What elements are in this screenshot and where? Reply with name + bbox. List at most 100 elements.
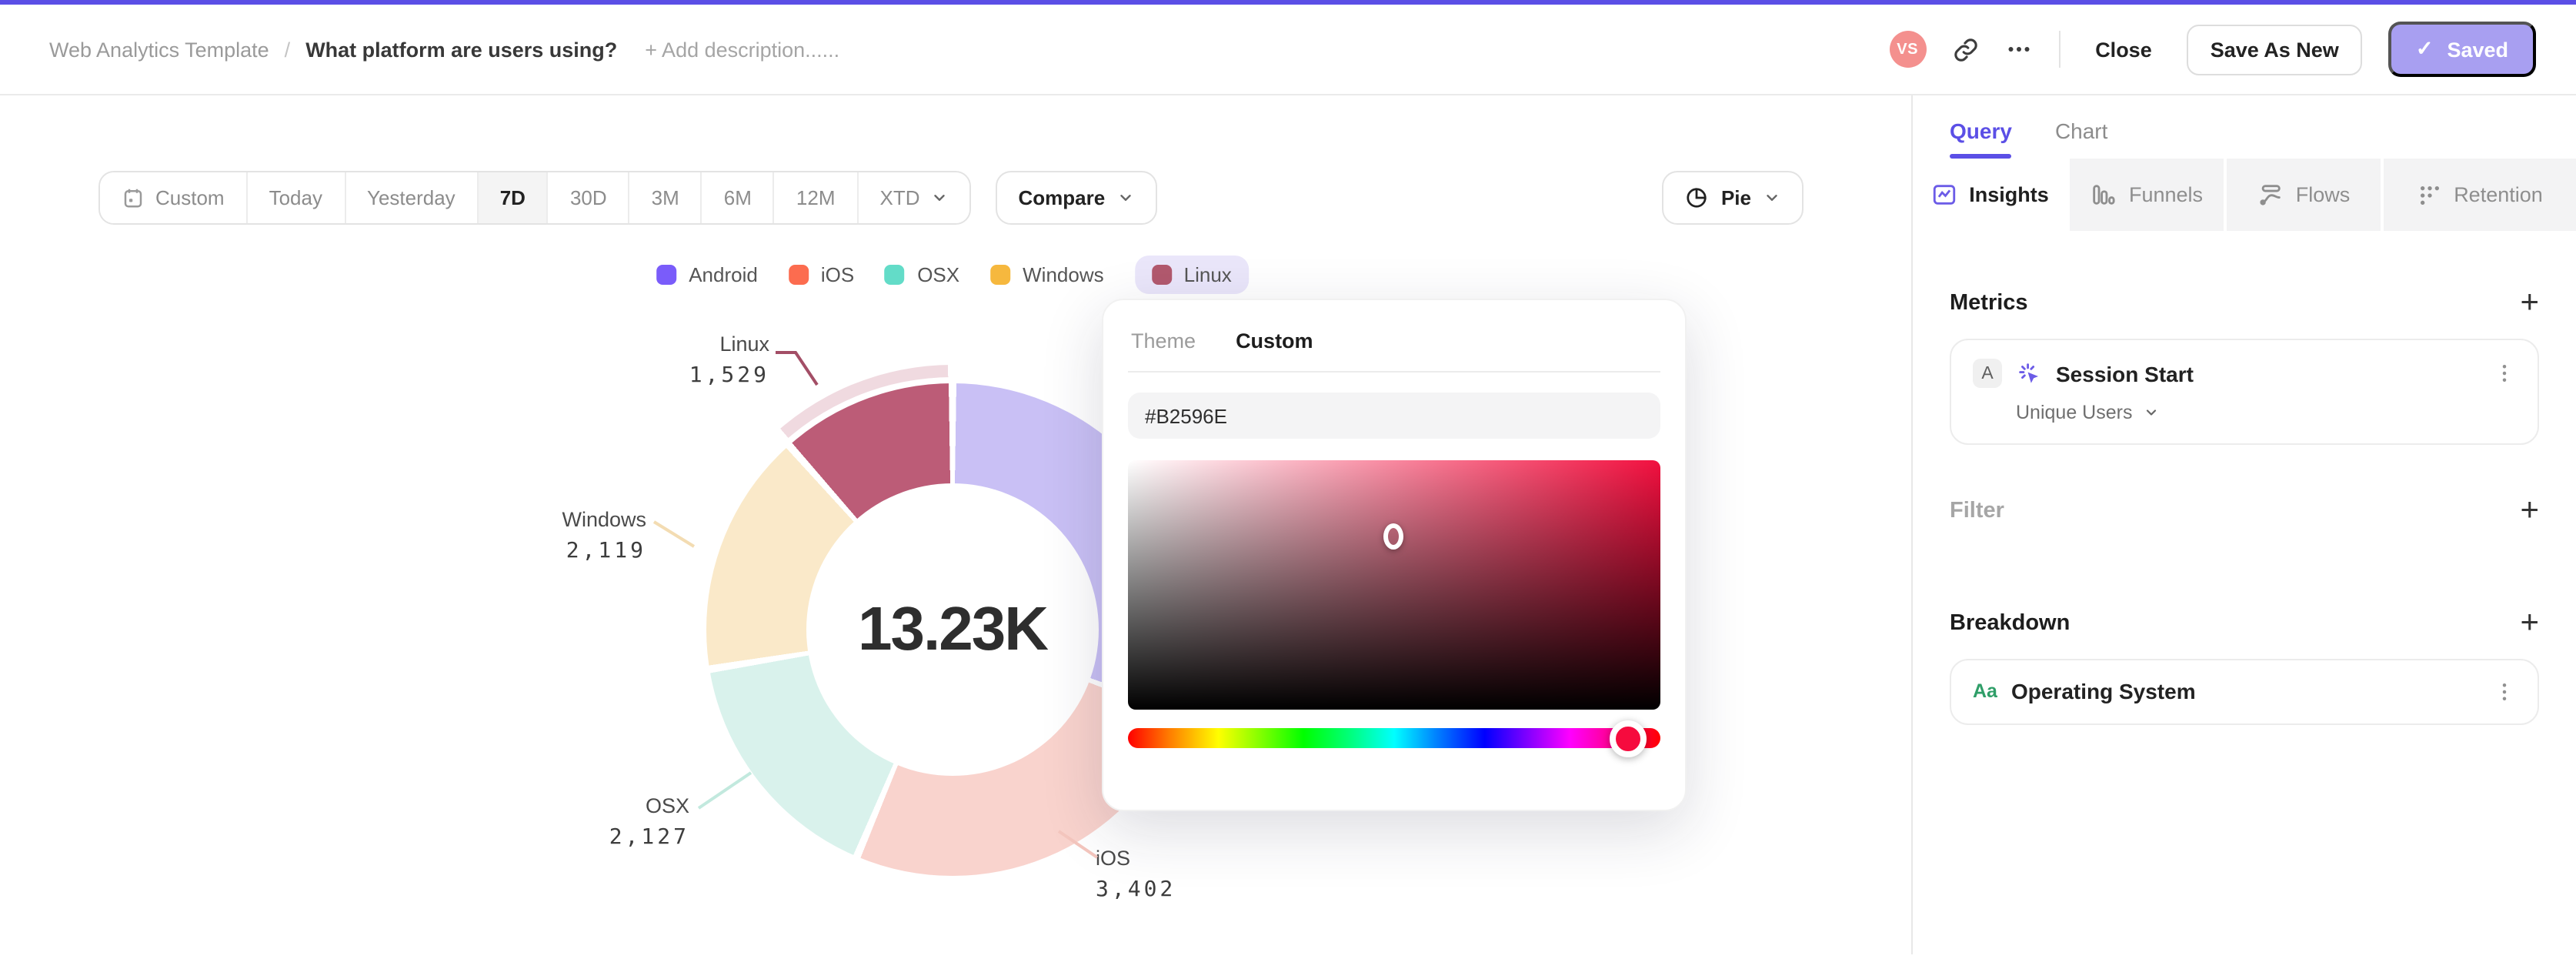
saturation-value-area[interactable] bbox=[1128, 460, 1660, 710]
event-click-icon bbox=[2016, 360, 2042, 386]
add-breakdown-button[interactable]: + bbox=[2520, 606, 2539, 639]
slice-label-linux: Linux 1,529 bbox=[689, 332, 769, 388]
hex-color-input[interactable]: #B2596E bbox=[1128, 393, 1660, 439]
flows-icon bbox=[2257, 182, 2284, 208]
saved-button[interactable]: ✓ Saved bbox=[2387, 22, 2536, 77]
chevron-down-icon bbox=[1117, 189, 1134, 206]
insights-icon bbox=[1930, 182, 1957, 208]
more-menu-icon[interactable] bbox=[2004, 35, 2032, 63]
leader-line-linux bbox=[776, 351, 819, 386]
leader-line-windows bbox=[652, 520, 696, 548]
calendar-icon bbox=[122, 186, 145, 209]
metric-series-badge: A bbox=[1973, 359, 2002, 388]
funnels-icon bbox=[2090, 182, 2117, 208]
property-type-badge: Aa bbox=[1973, 680, 1997, 702]
breakdown-section-header: Breakdown + bbox=[1950, 606, 2539, 639]
slice-label-windows: Windows 2,119 bbox=[562, 508, 646, 563]
date-range-custom[interactable]: Custom bbox=[100, 172, 248, 223]
date-controls: Custom Today Yesterday 7D 30D 3M 6M 12M … bbox=[98, 171, 1158, 225]
legend-swatch bbox=[885, 265, 906, 285]
breakdown-heading: Breakdown bbox=[1950, 610, 2070, 635]
chevron-down-icon bbox=[2143, 405, 2158, 420]
breadcrumb: Web Analytics Template / What platform a… bbox=[49, 38, 839, 61]
app-window: Web Analytics Template / What platform a… bbox=[0, 0, 2576, 959]
avatar[interactable]: VS bbox=[1889, 31, 1927, 68]
top-bar: Web Analytics Template / What platform a… bbox=[0, 0, 2576, 95]
hue-slider-handle[interactable] bbox=[1610, 720, 1647, 757]
compare-button[interactable]: Compare bbox=[995, 171, 1158, 225]
check-icon: ✓ bbox=[2415, 37, 2434, 60]
share-link-icon[interactable] bbox=[1952, 36, 1978, 62]
breadcrumb-root-link[interactable]: Web Analytics Template bbox=[49, 38, 269, 61]
header-actions: VS Close Save As New ✓ Saved bbox=[1889, 22, 2536, 77]
tab-funnels[interactable]: Funnels bbox=[2070, 159, 2224, 231]
date-range-today[interactable]: Today bbox=[247, 172, 345, 223]
insight-type-tabs: Insights Funnels Flows Retention bbox=[1913, 159, 2576, 231]
breakdown-kebab-menu[interactable] bbox=[2493, 680, 2516, 703]
breadcrumb-separator: / bbox=[284, 38, 291, 61]
tab-flows[interactable]: Flows bbox=[2227, 159, 2381, 231]
date-range-7d[interactable]: 7D bbox=[478, 172, 549, 223]
filter-section-header: Filter + bbox=[1950, 494, 2539, 526]
legend-item-windows[interactable]: Windows bbox=[990, 256, 1104, 294]
close-button[interactable]: Close bbox=[2086, 27, 2161, 72]
saved-label: Saved bbox=[2447, 38, 2508, 61]
date-range-12m[interactable]: 12M bbox=[774, 172, 859, 223]
legend-item-android[interactable]: Android bbox=[656, 256, 758, 294]
legend-swatch bbox=[656, 265, 677, 285]
breakdown-card[interactable]: Aa Operating System bbox=[1950, 659, 2539, 725]
leader-line-osx bbox=[697, 771, 752, 810]
header-divider bbox=[2058, 31, 2060, 68]
main-row: Custom Today Yesterday 7D 30D 3M 6M 12M … bbox=[0, 95, 2576, 954]
legend-item-linux[interactable]: Linux bbox=[1134, 256, 1249, 294]
breakdown-name: Operating System bbox=[2010, 679, 2196, 703]
date-range-xtd[interactable]: XTD bbox=[858, 172, 969, 223]
color-picker-popover: Theme Custom #B2596E bbox=[1102, 299, 1687, 811]
slice-label-osx: OSX 2,127 bbox=[609, 794, 689, 850]
donut-total-value: 13.23K bbox=[858, 595, 1049, 663]
retention-icon bbox=[2417, 182, 2441, 207]
date-range-30d[interactable]: 30D bbox=[548, 172, 630, 223]
color-picker-tabs: Theme Custom bbox=[1128, 323, 1660, 373]
metric-name: Session Start bbox=[2056, 361, 2194, 386]
add-filter-button[interactable]: + bbox=[2520, 494, 2539, 526]
sidebar-tab-row: Query Chart bbox=[1913, 95, 2576, 159]
leader-line-ios bbox=[1057, 830, 1099, 859]
metric-kebab-menu[interactable] bbox=[2493, 362, 2516, 385]
date-range-6m[interactable]: 6M bbox=[702, 172, 775, 223]
add-metric-button[interactable]: + bbox=[2520, 286, 2539, 319]
tab-chart[interactable]: Chart bbox=[2055, 119, 2107, 159]
chevron-down-icon bbox=[931, 189, 948, 206]
filter-heading: Filter bbox=[1950, 498, 2004, 523]
sidebar-content: Metrics + A Session Start Unique Users F… bbox=[1913, 231, 2576, 725]
date-range-yesterday[interactable]: Yesterday bbox=[345, 172, 479, 223]
chevron-down-icon bbox=[1763, 189, 1780, 206]
hue-slider[interactable] bbox=[1128, 720, 1660, 757]
tab-theme[interactable]: Theme bbox=[1131, 329, 1196, 353]
chart-panel: Custom Today Yesterday 7D 30D 3M 6M 12M … bbox=[0, 95, 1911, 954]
legend-swatch bbox=[990, 265, 1011, 285]
tab-query[interactable]: Query bbox=[1950, 119, 2013, 159]
legend-swatch bbox=[1151, 265, 1172, 285]
color-cursor[interactable] bbox=[1383, 523, 1404, 549]
tab-retention[interactable]: Retention bbox=[2384, 159, 2576, 231]
query-sidebar: Query Chart Insights Funnels Flows Reten… bbox=[1911, 95, 2576, 954]
metric-card[interactable]: A Session Start Unique Users bbox=[1950, 339, 2539, 445]
add-description-button[interactable]: + Add description...... bbox=[645, 38, 839, 61]
save-as-new-button[interactable]: Save As New bbox=[2187, 24, 2362, 75]
legend-item-ios[interactable]: iOS bbox=[788, 256, 854, 294]
pie-chart-icon bbox=[1686, 186, 1709, 209]
tab-custom[interactable]: Custom bbox=[1236, 329, 1313, 353]
metrics-heading: Metrics bbox=[1950, 290, 2028, 315]
chart-legend: Android iOS OSX Windows Linux bbox=[656, 256, 1249, 294]
legend-swatch bbox=[788, 265, 809, 285]
page-title[interactable]: What platform are users using? bbox=[305, 38, 617, 61]
legend-item-osx[interactable]: OSX bbox=[885, 256, 959, 294]
date-range-group: Custom Today Yesterday 7D 30D 3M 6M 12M … bbox=[98, 171, 971, 225]
chart-type-select[interactable]: Pie bbox=[1662, 171, 1804, 225]
metrics-section-header: Metrics + bbox=[1950, 286, 2539, 319]
aggregation-select[interactable]: Unique Users bbox=[2016, 402, 2516, 423]
slice-label-ios: iOS 3,402 bbox=[1096, 847, 1176, 902]
date-range-3m[interactable]: 3M bbox=[629, 172, 702, 223]
tab-insights[interactable]: Insights bbox=[1913, 159, 2067, 231]
